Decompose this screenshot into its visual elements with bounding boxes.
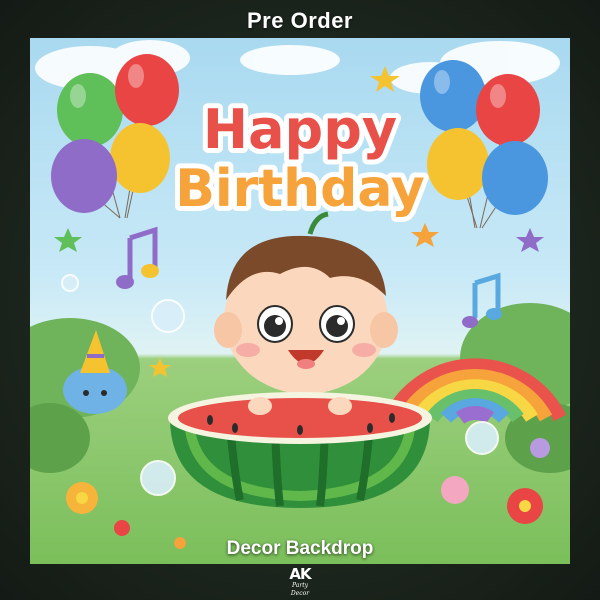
logo-mark: AK: [289, 565, 311, 583]
baby-character: [214, 211, 398, 394]
brand-logo: AK Party Decor: [284, 565, 316, 597]
balloons-right: [420, 60, 548, 229]
backdrop-artwork: Happy Happy Birthday Birthday: [30, 38, 570, 564]
watermelon-icon: [168, 392, 432, 508]
artwork-illustration: Happy Happy Birthday Birthday: [30, 40, 570, 549]
ball-icon: [530, 438, 550, 458]
pre-order-label: Pre Order: [247, 8, 353, 33]
headline-line1: Happy: [203, 98, 397, 161]
product-image: Pre Order Happy Happy Birthday Birthday …: [0, 0, 600, 600]
logo-tagline: Party Decor: [290, 582, 310, 597]
headline-line2: Birthday: [175, 159, 425, 219]
decor-backdrop-label: Decor Backdrop: [226, 538, 374, 559]
ball-icon: [441, 476, 469, 504]
